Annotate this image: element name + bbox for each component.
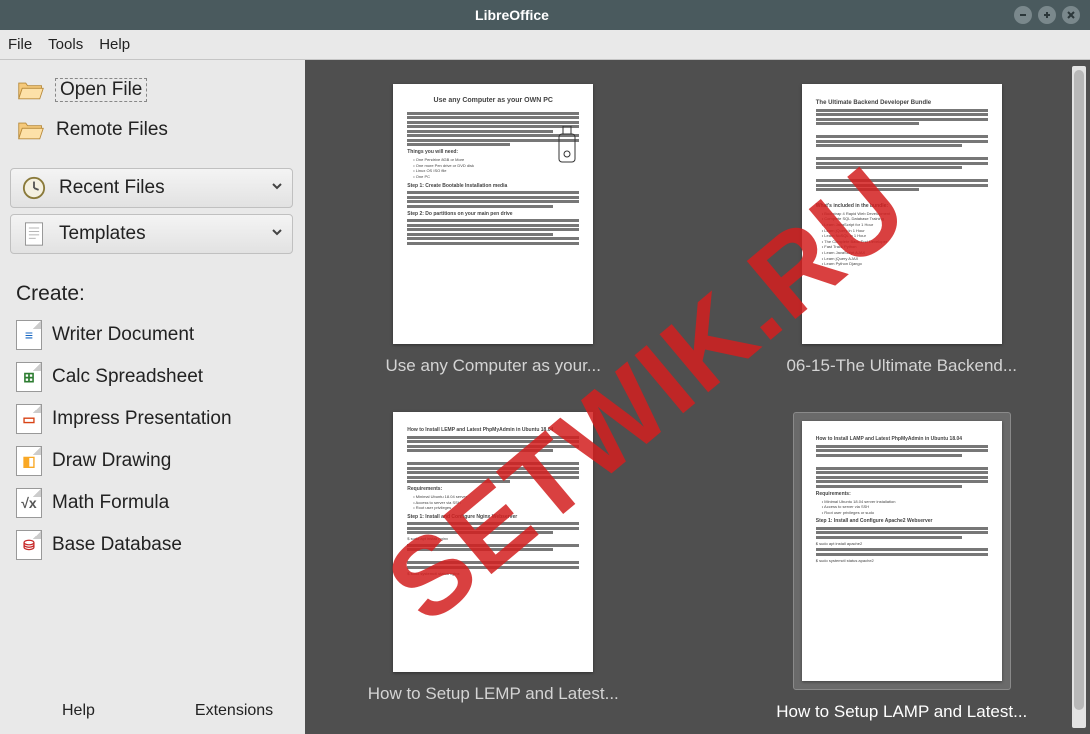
footer-links: Help Extensions — [10, 694, 293, 724]
templates-dropdown[interactable]: Templates — [10, 214, 293, 254]
writer-label: Writer Document — [52, 324, 194, 346]
folder-open-icon — [16, 76, 46, 104]
close-button[interactable] — [1062, 6, 1080, 24]
scroll-thumb[interactable] — [1074, 70, 1084, 710]
window-controls — [1014, 6, 1080, 24]
recent-files-label: Recent Files — [59, 177, 165, 199]
chevron-down-icon — [270, 177, 284, 199]
math-icon: √x — [16, 488, 42, 518]
menu-help[interactable]: Help — [99, 36, 130, 53]
recent-doc-card[interactable]: How to Install LEMP and Latest PhpMyAdmi… — [349, 412, 638, 722]
menubar: File Tools Help — [0, 30, 1090, 60]
remote-files-label: Remote Files — [56, 119, 168, 141]
calc-label: Calc Spreadsheet — [52, 366, 203, 388]
create-calc-button[interactable]: ⊞ Calc Spreadsheet — [10, 356, 293, 398]
help-link[interactable]: Help — [22, 702, 95, 720]
template-icon — [19, 221, 49, 247]
base-label: Base Database — [52, 534, 182, 556]
extensions-link[interactable]: Extensions — [155, 702, 273, 720]
base-icon: ⛁ — [16, 530, 42, 560]
minimize-button[interactable] — [1014, 6, 1032, 24]
recent-documents-area: SETWIK.RU Use any Computer as your OWN P… — [305, 60, 1090, 734]
writer-icon: ≡ — [16, 320, 42, 350]
chevron-down-icon — [270, 223, 284, 245]
create-impress-button[interactable]: ▭ Impress Presentation — [10, 398, 293, 440]
impress-label: Impress Presentation — [52, 408, 232, 430]
create-base-button[interactable]: ⛁ Base Database — [10, 524, 293, 566]
recent-doc-card[interactable]: How to Install LAMP and Latest PhpMyAdmi… — [758, 412, 1047, 722]
recent-doc-card[interactable]: Use any Computer as your OWN PC Things y… — [349, 84, 638, 376]
templates-label: Templates — [59, 223, 146, 245]
menu-tools[interactable]: Tools — [48, 36, 83, 53]
doc-label: How to Setup LEMP and Latest... — [368, 684, 619, 704]
remote-files-button[interactable]: Remote Files — [10, 110, 293, 150]
doc-label: 06-15-The Ultimate Backend... — [786, 356, 1017, 376]
recent-files-dropdown[interactable]: Recent Files — [10, 168, 293, 208]
window-title: LibreOffice — [10, 7, 1014, 23]
doc-label: How to Setup LAMP and Latest... — [776, 702, 1027, 722]
doc-label: Use any Computer as your... — [386, 356, 601, 376]
create-label: Create: — [10, 278, 293, 314]
impress-icon: ▭ — [16, 404, 42, 434]
doc-thumbnail: How to Install LEMP and Latest PhpMyAdmi… — [393, 412, 593, 672]
draw-icon: ◧ — [16, 446, 42, 476]
open-file-button[interactable]: Open File — [10, 70, 293, 110]
sidebar: Open File Remote Files Recent Files Temp… — [0, 60, 305, 734]
titlebar: LibreOffice — [0, 0, 1090, 30]
create-writer-button[interactable]: ≡ Writer Document — [10, 314, 293, 356]
doc-thumbnail: How to Install LAMP and Latest PhpMyAdmi… — [802, 421, 1002, 681]
recent-doc-card[interactable]: The Ultimate Backend Developer Bundle Wh… — [758, 84, 1047, 376]
folder-remote-icon — [16, 116, 46, 144]
doc-thumbnail: Use any Computer as your OWN PC Things y… — [393, 84, 593, 344]
open-file-label: Open File — [56, 79, 146, 101]
clock-icon — [19, 175, 49, 201]
menu-file[interactable]: File — [8, 36, 32, 53]
create-draw-button[interactable]: ◧ Draw Drawing — [10, 440, 293, 482]
draw-label: Draw Drawing — [52, 450, 171, 472]
create-math-button[interactable]: √x Math Formula — [10, 482, 293, 524]
doc-thumbnail: The Ultimate Backend Developer Bundle Wh… — [802, 84, 1002, 344]
calc-icon: ⊞ — [16, 362, 42, 392]
maximize-button[interactable] — [1038, 6, 1056, 24]
scrollbar[interactable] — [1072, 66, 1086, 728]
math-label: Math Formula — [52, 492, 169, 514]
